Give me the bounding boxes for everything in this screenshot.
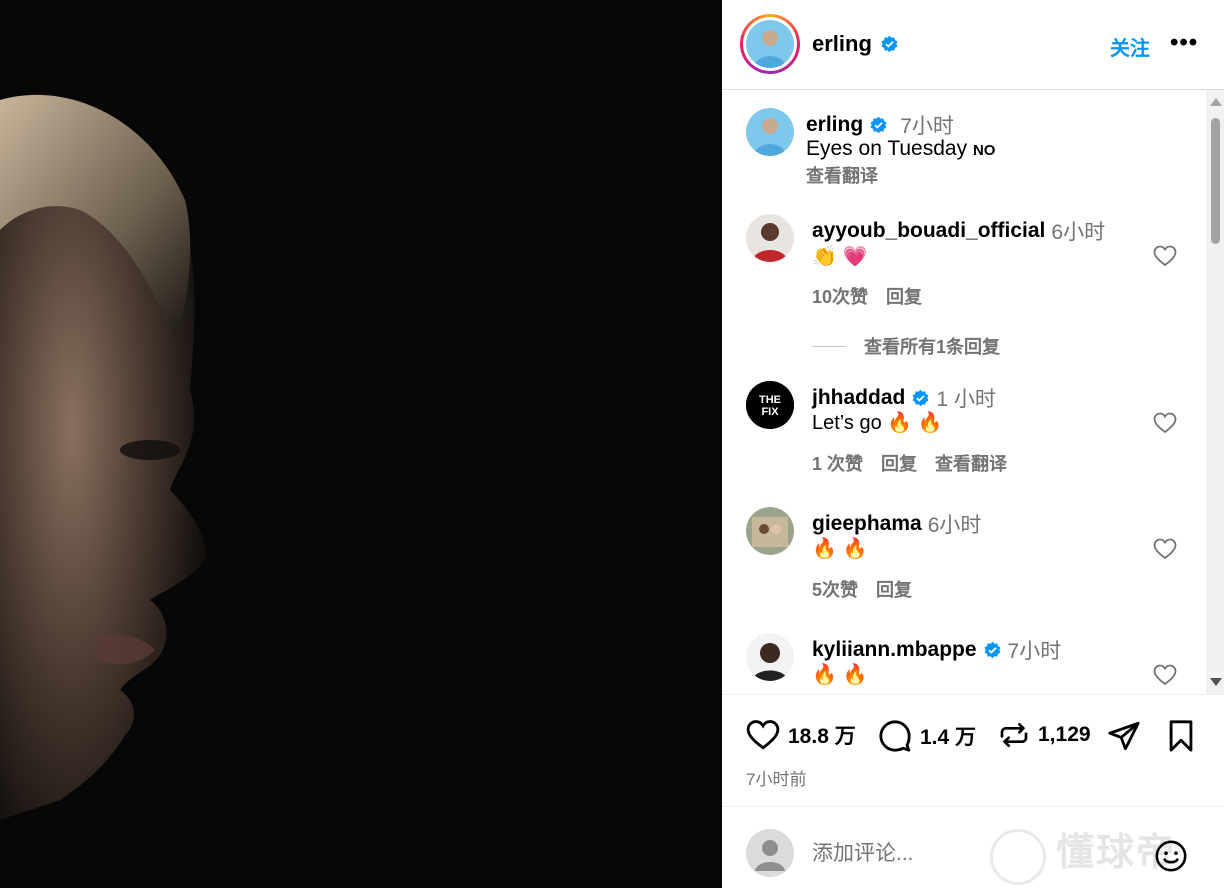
caption-meta: 查看翻译 [806, 162, 878, 188]
caption-text-suffix: NO [972, 142, 996, 159]
share-paper-plane-icon[interactable] [1106, 719, 1142, 753]
commenter-username[interactable]: jhhaddad [812, 386, 905, 410]
verified-badge-icon [881, 35, 898, 52]
comment-likes-count[interactable]: 1 次赞 [812, 450, 863, 476]
bookmark-icon[interactable] [1164, 719, 1198, 753]
commenter-avatar[interactable] [746, 633, 794, 681]
comment-reply-button[interactable]: 回复 [876, 576, 912, 602]
comment-reply-button[interactable]: 回复 [886, 283, 922, 309]
comment-reply-button[interactable]: 回复 [881, 450, 917, 476]
commenter-avatar[interactable] [746, 214, 794, 262]
comment-time: 6小时 [927, 514, 982, 537]
verified-badge-icon [984, 641, 1000, 658]
comment-time: 1 小时 [936, 388, 996, 411]
caption-text: Eyes on Tuesday [806, 137, 968, 160]
comment-like-heart-icon[interactable] [1153, 245, 1177, 267]
comment-like-heart-icon[interactable] [1153, 664, 1177, 686]
caption-text-row: Eyes on Tuesday NO [806, 137, 995, 161]
caption-username[interactable]: erling [806, 113, 863, 137]
comment-translate-link[interactable]: 查看翻译 [935, 450, 1007, 476]
post-timestamp[interactable]: 7小时前 [746, 765, 806, 790]
watermark-ball-icon [990, 829, 1046, 885]
comment-like-heart-icon[interactable] [1153, 412, 1177, 434]
commenter-avatar[interactable]: THE FIX [746, 381, 794, 429]
replies-divider-line [812, 345, 846, 347]
heart-icon [746, 720, 780, 750]
svg-text:FIX: FIX [761, 406, 779, 418]
post-action-bar: 18.8 万 1.4 万 1,129 7小时前 [722, 694, 1224, 789]
comment-text: Let’s go 🔥 🔥 [812, 412, 943, 434]
more-options-icon[interactable]: ••• [1170, 28, 1198, 58]
author-avatar-story-ring[interactable] [740, 14, 800, 74]
comment-likes-count[interactable]: 5次赞 [812, 576, 858, 602]
comments-scrollbar[interactable] [1206, 90, 1224, 694]
player-profile-photo [0, 0, 722, 888]
comments-count: 1.4 万 [920, 726, 977, 749]
repost-icon [1000, 723, 1028, 747]
comment-time: 7小时 [1007, 640, 1062, 663]
comment-text: 🔥 🔥 [812, 538, 868, 560]
comment-like-heart-icon[interactable] [1153, 538, 1177, 560]
comment-bubble-icon [879, 720, 911, 752]
comment-name-line: ayyoub_bouadi_official 6小时 [812, 216, 1105, 246]
like-button[interactable]: 18.8 万 [746, 719, 856, 751]
author-username-row: erling [812, 31, 899, 57]
commenter-username[interactable]: gieephama [812, 512, 922, 536]
scroll-up-arrow-icon[interactable] [1210, 98, 1222, 106]
comment-name-line: gieephama 6小时 [812, 509, 981, 539]
comment-time: 6小时 [1051, 221, 1106, 244]
scroll-down-arrow-icon[interactable] [1210, 678, 1222, 686]
caption-translate-link[interactable]: 查看翻译 [806, 162, 878, 188]
post-header: erling 关注 ••• [722, 0, 1224, 90]
comment-likes-count[interactable]: 10次赞 [812, 283, 868, 309]
post-detail-panel: erling 关注 ••• erling 7小时 Eyes on Tuesday… [722, 0, 1224, 888]
comment-name-line: jhhaddad 1 小时 [812, 383, 996, 413]
view-replies-toggle[interactable]: 查看所有1条回复 [812, 333, 1000, 359]
caption-name-line: erling 7小时 [806, 110, 954, 140]
comment-meta: 1 次赞 回复 查看翻译 [812, 450, 1007, 476]
add-comment-bar: 懂球帝 [722, 806, 1224, 888]
verified-badge-icon [870, 116, 887, 133]
comment-text: 👏 💗 [812, 246, 868, 268]
current-user-avatar [746, 829, 794, 877]
comment-button[interactable]: 1.4 万 [878, 719, 976, 753]
reposts-count: 1,129 [1038, 723, 1091, 746]
commenter-username[interactable]: ayyoub_bouadi_official [812, 219, 1045, 243]
svg-text:THE: THE [759, 394, 781, 406]
comment-name-line: kyliiann.mbappe 7小时 [812, 635, 1061, 665]
repost-button[interactable]: 1,129 [998, 719, 1091, 751]
verified-badge-icon [912, 389, 929, 406]
comment-text: 🔥 🔥 [812, 664, 868, 686]
post-image[interactable] [0, 0, 722, 888]
author-username[interactable]: erling [812, 31, 872, 57]
view-replies-label: 查看所有1条回复 [864, 337, 1001, 357]
likes-count: 18.8 万 [788, 725, 856, 748]
comment-meta: 5次赞 回复 [812, 576, 912, 602]
scrollbar-thumb[interactable] [1211, 118, 1220, 244]
caption-time: 7小时 [900, 115, 954, 138]
commenter-avatar[interactable] [746, 507, 794, 555]
caption-author-avatar[interactable] [746, 108, 794, 156]
commenter-username[interactable]: kyliiann.mbappe [812, 638, 977, 662]
author-avatar [746, 20, 794, 68]
follow-button[interactable]: 关注 [1110, 32, 1150, 61]
comments-list[interactable]: erling 7小时 Eyes on Tuesday NO 查看翻译 ayyou… [722, 90, 1206, 694]
comment-meta: 10次赞 回复 [812, 283, 922, 309]
post-caption: erling 7小时 Eyes on Tuesday NO 查看翻译 [722, 90, 1206, 200]
emoji-icon[interactable] [1154, 839, 1188, 873]
